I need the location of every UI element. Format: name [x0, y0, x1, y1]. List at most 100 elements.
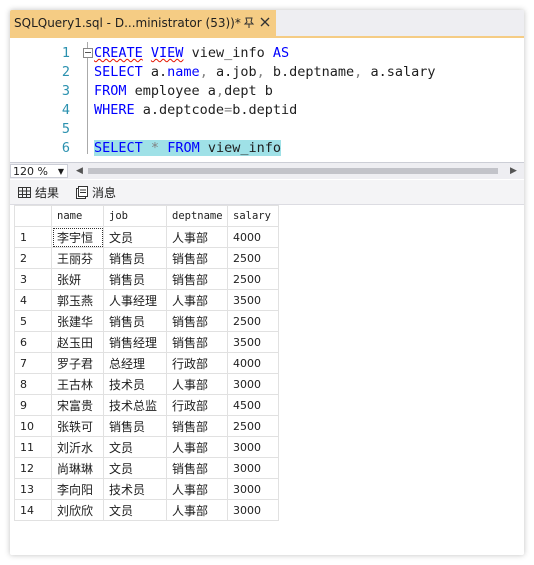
cell-salary[interactable]: 4500: [227, 394, 279, 416]
cell-job[interactable]: 销售员: [103, 247, 167, 269]
cell-salary[interactable]: 3000: [227, 373, 279, 395]
cell-job[interactable]: 销售员: [103, 268, 167, 290]
cell-deptname[interactable]: 销售部: [166, 457, 228, 479]
table-row[interactable]: 1 李宇恒 文员 人事部 4000: [14, 226, 279, 248]
cell-salary[interactable]: 2500: [227, 268, 279, 290]
cell-deptname[interactable]: 人事部: [166, 478, 228, 500]
cell-salary[interactable]: 3000: [227, 478, 279, 500]
cell-name[interactable]: 尚琳琳: [51, 457, 104, 479]
cell-deptname[interactable]: 人事部: [166, 499, 228, 521]
cell-deptname[interactable]: 人事部: [166, 226, 228, 248]
cell-job[interactable]: 技术总监: [103, 394, 167, 416]
table-row[interactable]: 11 刘沂水 文员 人事部 3000: [14, 436, 279, 458]
cell-salary[interactable]: 2500: [227, 415, 279, 437]
code-line[interactable]: 3 FROM employee a,dept b: [10, 82, 524, 101]
tab-sqlquery1[interactable]: SQLQuery1.sql - D...ministrator (53))*: [10, 10, 276, 36]
scroll-right-icon[interactable]: ▶: [510, 166, 517, 176]
scroll-left-icon[interactable]: ◀: [76, 166, 83, 176]
row-number[interactable]: 11: [14, 436, 52, 458]
row-number[interactable]: 14: [14, 499, 52, 521]
row-number[interactable]: 8: [14, 373, 52, 395]
cell-job[interactable]: 文员: [103, 436, 167, 458]
cell-salary[interactable]: 2500: [227, 247, 279, 269]
tab-messages[interactable]: 消息: [76, 184, 116, 201]
table-row[interactable]: 5 张建华 销售员 销售部 2500: [14, 310, 279, 332]
cell-deptname[interactable]: 销售部: [166, 247, 228, 269]
cell-job[interactable]: 文员: [103, 499, 167, 521]
cell-name[interactable]: 王丽芬: [51, 247, 104, 269]
row-number[interactable]: 5: [14, 310, 52, 332]
cell-job[interactable]: 销售员: [103, 310, 167, 332]
table-row[interactable]: 13 李向阳 技术员 人事部 3000: [14, 478, 279, 500]
cell-name[interactable]: 赵玉田: [51, 331, 104, 353]
row-number[interactable]: 4: [14, 289, 52, 311]
column-header-salary[interactable]: salary: [227, 205, 279, 227]
cell-name[interactable]: 王古林: [51, 373, 104, 395]
table-row[interactable]: 2 王丽芬 销售员 销售部 2500: [14, 247, 279, 269]
table-row[interactable]: 4 郭玉燕 人事经理 人事部 3500: [14, 289, 279, 311]
cell-name[interactable]: 张建华: [51, 310, 104, 332]
code-line[interactable]: 2 SELECT a.name, a.job, b.deptname, a.sal…: [10, 63, 524, 82]
cell-salary[interactable]: 3500: [227, 331, 279, 353]
code-line[interactable]: 6 SELECT * FROM view_info: [10, 139, 524, 158]
row-number[interactable]: 12: [14, 457, 52, 479]
column-header-deptname[interactable]: deptname: [166, 205, 228, 227]
cell-deptname[interactable]: 行政部: [166, 394, 228, 416]
cell-salary[interactable]: 3000: [227, 457, 279, 479]
cell-deptname[interactable]: 销售部: [166, 310, 228, 332]
cell-deptname[interactable]: 行政部: [166, 352, 228, 374]
cell-job[interactable]: 技术员: [103, 478, 167, 500]
cell-name[interactable]: 宋富贵: [51, 394, 104, 416]
cell-deptname[interactable]: 人事部: [166, 373, 228, 395]
row-number[interactable]: 9: [14, 394, 52, 416]
table-row[interactable]: 9 宋富贵 技术总监 行政部 4500: [14, 394, 279, 416]
cell-salary[interactable]: 4000: [227, 352, 279, 374]
cell-job[interactable]: 人事经理: [103, 289, 167, 311]
cell-deptname[interactable]: 人事部: [166, 289, 228, 311]
row-number[interactable]: 6: [14, 331, 52, 353]
cell-deptname[interactable]: 销售部: [166, 268, 228, 290]
cell-salary[interactable]: 3000: [227, 436, 279, 458]
row-number[interactable]: 7: [14, 352, 52, 374]
cell-job[interactable]: 文员: [103, 226, 167, 248]
table-row[interactable]: 12 尚琳琳 文员 销售部 3000: [14, 457, 279, 479]
code-line[interactable]: 1 CREATE VIEW view_info AS: [10, 44, 524, 63]
pin-icon[interactable]: [242, 15, 256, 29]
zoom-dropdown[interactable]: 120 % ▼: [10, 164, 68, 178]
cell-name[interactable]: 罗子君: [51, 352, 104, 374]
cell-salary[interactable]: 3000: [227, 499, 279, 521]
cell-job[interactable]: 技术员: [103, 373, 167, 395]
cell-deptname[interactable]: 销售部: [166, 331, 228, 353]
cell-deptname[interactable]: 人事部: [166, 436, 228, 458]
column-header-job[interactable]: job: [103, 205, 167, 227]
column-header-name[interactable]: name: [51, 205, 104, 227]
sql-editor[interactable]: 1 CREATE VIEW view_info AS 2 SELECT a.name,…: [10, 38, 524, 170]
table-row[interactable]: 7 罗子君 总经理 行政部 4000: [14, 352, 279, 374]
tab-results[interactable]: 结果: [18, 184, 59, 201]
cell-name[interactable]: 张轶可: [51, 415, 104, 437]
code-line[interactable]: 5: [10, 120, 524, 139]
cell-job[interactable]: 总经理: [103, 352, 167, 374]
row-number[interactable]: 3: [14, 268, 52, 290]
cell-name[interactable]: 刘沂水: [51, 436, 104, 458]
cell-salary[interactable]: 3500: [227, 289, 279, 311]
cell-salary[interactable]: 2500: [227, 310, 279, 332]
cell-deptname[interactable]: 销售部: [166, 415, 228, 437]
cell-job[interactable]: 销售经理: [103, 331, 167, 353]
cell-name[interactable]: 李向阳: [51, 478, 104, 500]
cell-job[interactable]: 文员: [103, 457, 167, 479]
row-number-header[interactable]: [14, 205, 52, 227]
row-number[interactable]: 13: [14, 478, 52, 500]
table-row[interactable]: 10 张轶可 销售员 销售部 2500: [14, 415, 279, 437]
code-line[interactable]: 4 WHERE a.deptcode=b.deptid: [10, 101, 524, 120]
table-row[interactable]: 6 赵玉田 销售经理 销售部 3500: [14, 331, 279, 353]
table-row[interactable]: 3 张妍 销售员 销售部 2500: [14, 268, 279, 290]
cell-name[interactable]: 郭玉燕: [51, 289, 104, 311]
results-grid[interactable]: name job deptname salary 1 李宇恒 文员 人事部 4000 2 王…: [14, 205, 279, 521]
horizontal-scrollbar-thumb[interactable]: [88, 168, 498, 174]
row-number[interactable]: 2: [14, 247, 52, 269]
cell-job[interactable]: 销售员: [103, 415, 167, 437]
table-row[interactable]: 14 刘欣欣 文员 人事部 3000: [14, 499, 279, 521]
row-number[interactable]: 10: [14, 415, 52, 437]
cell-salary[interactable]: 4000: [227, 226, 279, 248]
